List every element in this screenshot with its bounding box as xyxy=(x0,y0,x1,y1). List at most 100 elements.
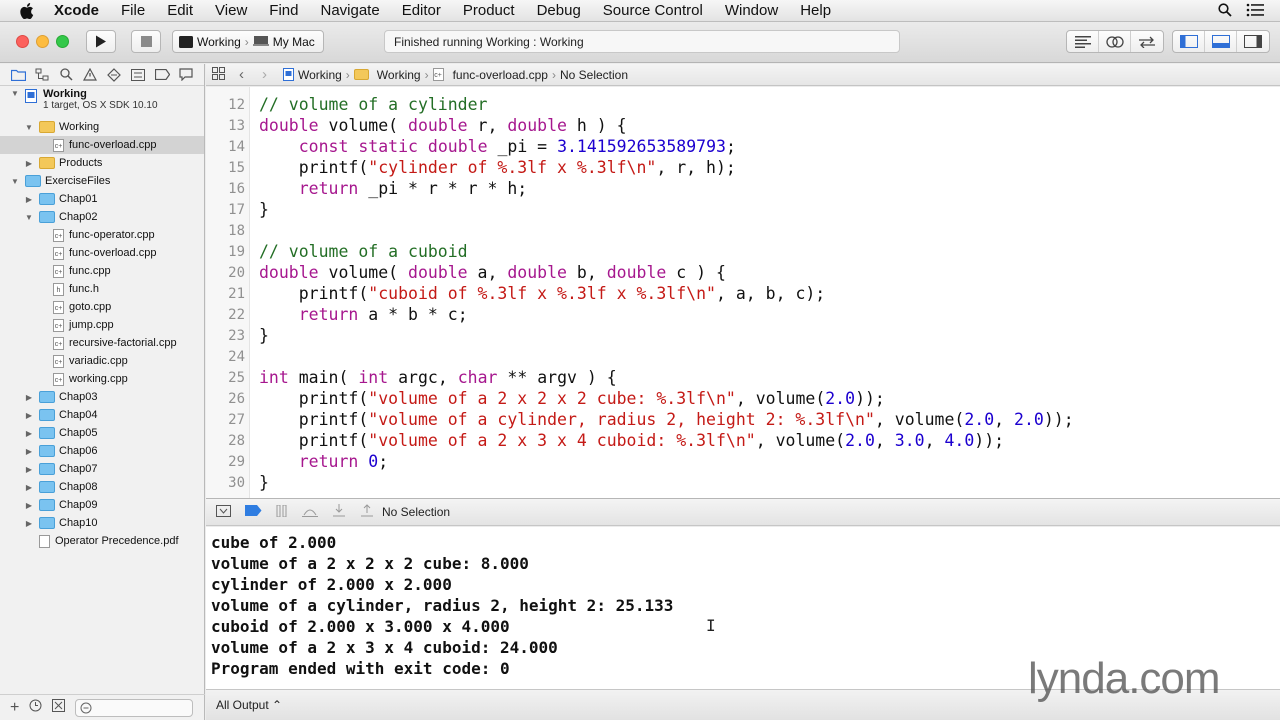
close-window-button[interactable] xyxy=(16,35,29,48)
menu-help[interactable]: Help xyxy=(800,2,831,19)
run-button[interactable] xyxy=(86,30,116,53)
breakpoints-toggle-icon[interactable] xyxy=(245,505,262,519)
crumb-group[interactable]: Working xyxy=(353,68,421,82)
navigator-item[interactable]: ▶ Chap08 xyxy=(0,478,204,496)
spotlight-search-icon[interactable] xyxy=(1218,3,1232,21)
disclosure-collapsed-icon[interactable]: ▶ xyxy=(24,194,34,204)
apple-icon[interactable] xyxy=(20,2,36,19)
menu-edit[interactable]: Edit xyxy=(167,2,193,19)
recent-files-icon[interactable] xyxy=(29,699,42,717)
navigator-item[interactable]: h func.h xyxy=(0,280,204,298)
disclosure-collapsed-icon[interactable]: ▶ xyxy=(24,500,34,510)
output-filter-popup[interactable]: All Output ⌃ xyxy=(216,698,282,712)
arrows-swap-icon xyxy=(1139,36,1155,48)
menu-editor[interactable]: Editor xyxy=(402,2,441,19)
menu-view[interactable]: View xyxy=(215,2,247,19)
navigator-item[interactable]: ▶ Chap09 xyxy=(0,496,204,514)
folder-navigator-icon[interactable] xyxy=(10,67,26,83)
navigator-item[interactable]: ▶ Chap04 xyxy=(0,406,204,424)
disclosure-collapsed-icon[interactable]: ▶ xyxy=(24,158,34,168)
report-navigator-icon[interactable] xyxy=(178,67,194,83)
disclosure-expanded-icon[interactable]: ▼ xyxy=(24,122,34,132)
symbol-navigator-icon[interactable] xyxy=(34,67,50,83)
menu-product[interactable]: Product xyxy=(463,2,515,19)
menu-navigate[interactable]: Navigate xyxy=(320,2,379,19)
menu-debug[interactable]: Debug xyxy=(537,2,581,19)
navigator-item[interactable]: ▼ ExerciseFiles xyxy=(0,172,204,190)
crumb-project[interactable]: Working xyxy=(283,68,342,82)
menu-file[interactable]: File xyxy=(121,2,145,19)
toggle-debug-area-button[interactable] xyxy=(1205,31,1237,52)
disclosure-collapsed-icon[interactable]: ▶ xyxy=(24,518,34,528)
navigator-item[interactable]: c+ variadic.cpp xyxy=(0,352,204,370)
crumb-symbol[interactable]: No Selection xyxy=(560,68,628,82)
navigator-filter-field[interactable] xyxy=(75,698,194,717)
toggle-navigator-button[interactable] xyxy=(1173,31,1205,52)
navigator-item[interactable]: c+ recursive-factorial.cpp xyxy=(0,334,204,352)
navigator-item[interactable]: ▶ Chap06 xyxy=(0,442,204,460)
forward-icon[interactable]: › xyxy=(262,66,267,83)
notification-center-icon[interactable] xyxy=(1246,3,1264,21)
step-into-icon[interactable] xyxy=(332,504,346,520)
navigator-item[interactable]: c+ jump.cpp xyxy=(0,316,204,334)
step-out-icon[interactable] xyxy=(360,504,374,520)
navigator-item[interactable]: Operator Precedence.pdf xyxy=(0,532,204,550)
code-token: double xyxy=(606,263,667,282)
standard-editor-button[interactable] xyxy=(1067,31,1099,52)
navigator-item[interactable]: c+ func-operator.cpp xyxy=(0,226,204,244)
navigator-item[interactable]: c+ func-overload.cpp xyxy=(0,136,204,154)
navigator-item[interactable]: ▶ Chap05 xyxy=(0,424,204,442)
navigator-item[interactable]: c+ func.cpp xyxy=(0,262,204,280)
hide-debug-area-icon[interactable] xyxy=(216,504,231,520)
crumb-file[interactable]: c+ func-overload.cpp xyxy=(432,68,548,82)
find-navigator-icon[interactable] xyxy=(58,67,74,83)
issue-navigator-icon[interactable] xyxy=(82,67,98,83)
disclosure-expanded-icon[interactable]: ▼ xyxy=(10,176,20,186)
related-items-icon[interactable] xyxy=(212,66,225,83)
disclosure-collapsed-icon[interactable]: ▶ xyxy=(24,446,34,456)
source-editor[interactable]: 12 13 14 15 16 17 18 19 20 21 22 23 24 25 26 27 28 29 30 /… xyxy=(206,87,1280,498)
navigator-item[interactable]: ▼ Chap02 xyxy=(0,208,204,226)
navigator-item[interactable]: ▶ Products xyxy=(0,154,204,172)
toggle-utilities-button[interactable] xyxy=(1237,31,1269,52)
stop-button[interactable] xyxy=(131,30,161,53)
back-icon[interactable]: ‹ xyxy=(239,66,244,83)
menu-source-control[interactable]: Source Control xyxy=(603,2,703,19)
add-file-icon[interactable]: + xyxy=(10,699,19,717)
test-navigator-icon[interactable] xyxy=(106,67,122,83)
code-line: } xyxy=(259,200,269,219)
breakpoint-navigator-icon[interactable] xyxy=(154,67,170,83)
code-line: return 0; xyxy=(259,452,388,471)
pause-icon[interactable] xyxy=(276,504,288,520)
project-root[interactable]: ▼ Working 1 target, OS X SDK 10.10 xyxy=(0,86,204,118)
menu-find[interactable]: Find xyxy=(269,2,298,19)
navigator-item[interactable]: ▶ Chap03 xyxy=(0,388,204,406)
source-control-filter-icon[interactable] xyxy=(52,698,66,717)
disclosure-expanded-icon[interactable]: ▼ xyxy=(24,212,34,222)
disclosure-collapsed-icon[interactable]: ▶ xyxy=(24,464,34,474)
line-number-gutter[interactable]: 12 13 14 15 16 17 18 19 20 21 22 23 24 25 26 27 28 29 30 xyxy=(206,87,250,498)
navigator-item[interactable]: c+ working.cpp xyxy=(0,370,204,388)
debug-navigator-icon[interactable] xyxy=(130,67,146,83)
folder-icon xyxy=(39,499,55,511)
navigator-item[interactable]: ▼ Working xyxy=(0,118,204,136)
disclosure-collapsed-icon[interactable]: ▶ xyxy=(24,410,34,420)
version-editor-button[interactable] xyxy=(1131,31,1163,52)
navigator-item[interactable]: ▶ Chap10 xyxy=(0,514,204,532)
step-over-icon[interactable] xyxy=(302,505,318,520)
disclosure-collapsed-icon[interactable]: ▶ xyxy=(24,392,34,402)
disclosure-collapsed-icon[interactable]: ▶ xyxy=(24,428,34,438)
navigator-item[interactable]: c+ func-overload.cpp xyxy=(0,244,204,262)
scheme-selector[interactable]: Working › My Mac xyxy=(172,30,324,53)
menu-window[interactable]: Window xyxy=(725,2,778,19)
navigator-item[interactable]: c+ goto.cpp xyxy=(0,298,204,316)
minimize-window-button[interactable] xyxy=(36,35,49,48)
disclosure-collapsed-icon[interactable]: ▶ xyxy=(24,482,34,492)
navigator-item[interactable]: ▶ Chap07 xyxy=(0,460,204,478)
navigator-item[interactable]: ▶ Chap01 xyxy=(0,190,204,208)
menu-app-name[interactable]: Xcode xyxy=(54,2,99,19)
assistant-editor-button[interactable] xyxy=(1099,31,1131,52)
disclosure-expanded-icon[interactable]: ▼ xyxy=(10,88,20,98)
zoom-window-button[interactable] xyxy=(56,35,69,48)
